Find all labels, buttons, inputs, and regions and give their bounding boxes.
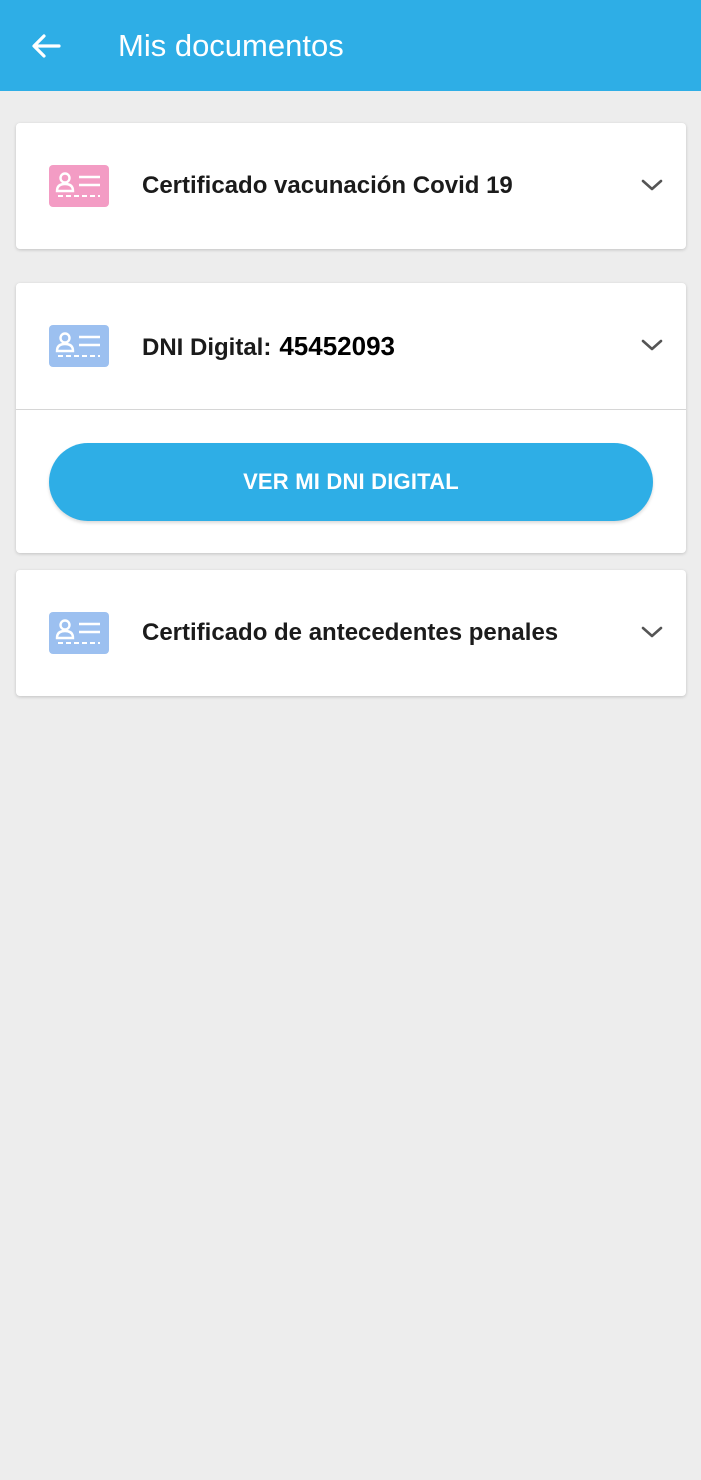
document-card-dni: DNI Digital: 45452093 VER MI DNI DIGITAL — [16, 283, 686, 553]
id-card-icon — [49, 612, 109, 654]
document-card-body: VER MI DNI DIGITAL — [16, 410, 686, 553]
document-title: DNI Digital: 45452093 — [142, 330, 395, 364]
dni-number: 45452093 — [279, 331, 396, 361]
document-card-vacunacion: Certificado vacunación Covid 19 — [16, 123, 686, 249]
document-card-header[interactable]: Certificado vacunación Covid 19 — [16, 123, 686, 249]
document-card-header[interactable]: Certificado de antecedentes penales — [16, 570, 686, 696]
ver-dni-digital-button[interactable]: VER MI DNI DIGITAL — [49, 443, 653, 521]
document-title: Certificado de antecedentes penales — [142, 619, 559, 646]
document-card-header[interactable]: DNI Digital: 45452093 — [16, 283, 686, 409]
id-card-icon — [49, 165, 109, 207]
document-title: Certificado vacunación Covid 19 — [142, 172, 513, 199]
app-bar: Mis documentos — [0, 0, 701, 91]
chevron-down-icon[interactable] — [640, 333, 664, 357]
back-button[interactable] — [26, 29, 66, 63]
document-card-antecedentes: Certificado de antecedentes penales — [16, 570, 686, 696]
document-label: DNI Digital: — [142, 334, 272, 361]
chevron-down-icon[interactable] — [640, 620, 664, 644]
chevron-down-icon[interactable] — [640, 173, 664, 197]
id-card-icon — [49, 325, 109, 367]
page-title: Mis documentos — [118, 28, 344, 63]
arrow-left-icon — [32, 34, 61, 58]
